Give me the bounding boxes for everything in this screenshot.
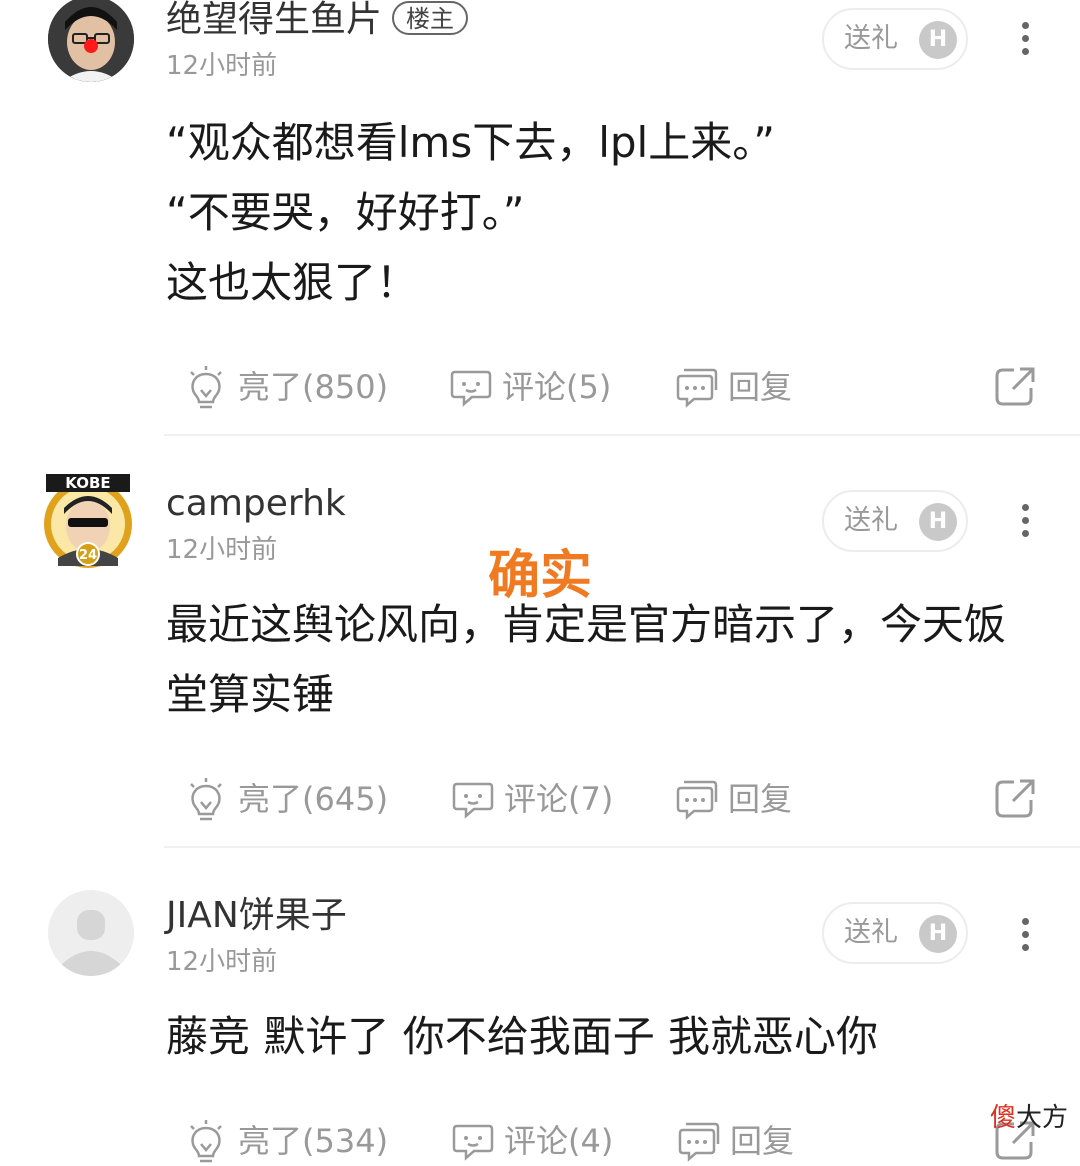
lightbulb-icon [190,778,222,821]
reply-button[interactable]: 回复 [676,362,806,412]
comment-bubble-icon [452,1124,494,1161]
gift-label: 送礼 [844,23,898,54]
avatar-number: 24 [79,548,97,563]
reply-label: 回复 [728,780,793,818]
reply-bubble-icon [678,1122,720,1162]
gift-label: 送礼 [844,917,898,948]
watermark: 傻大方 [990,1102,1068,1134]
watermark-part2: 大方 [1016,1103,1069,1133]
comment-text-line: 这也太狠了！ [166,258,419,307]
comment-item: 绝望得生鱼片 楼主 12小时前 送礼 H “观众都想看lms下去，lpl上来。” … [0,0,1080,436]
reply-bubble-icon [676,780,718,820]
coin-icon: H [919,503,957,541]
lightbulb-icon [190,1120,222,1163]
like-count-label: 亮了(850) [238,368,389,406]
comment-text-line: 藤竞 默许了 你不给我面子 我就恶心你 [166,1012,879,1061]
like-button[interactable]: 亮了(850) [186,362,406,412]
comment-text-line: 堂算实锤 [166,670,335,719]
timestamp: 12小时前 [166,51,278,81]
comment-button[interactable]: 评论(4) [452,1116,632,1166]
avatar-photo [48,0,134,82]
timestamp: 12小时前 [166,535,278,565]
share-icon[interactable] [994,366,1036,408]
comment-count-label: 评论(4) [504,1122,614,1160]
reply-button[interactable]: 回复 [678,1116,808,1166]
username[interactable]: 绝望得生鱼片 楼主 [166,0,469,42]
comment-button[interactable]: 评论(7) [452,774,632,824]
comment-text-line: “不要哭，好好打。” [166,188,525,237]
avatar[interactable] [48,0,134,82]
gift-label: 送礼 [844,505,898,536]
reply-label: 回复 [730,1122,795,1160]
coin-icon: H [919,915,957,953]
avatar-text: KOBE [65,474,110,492]
comment-text-line: “观众都想看lms下去，lpl上来。” [166,118,775,167]
default-avatar-icon [48,890,134,976]
watermark-part1: 傻 [990,1103,1017,1133]
owner-badge: 楼主 [392,1,469,35]
username[interactable]: camperhk [166,482,346,526]
reply-bubble-icon [676,368,718,408]
lightbulb-icon [190,366,222,409]
username-text[interactable]: 绝望得生鱼片 [166,0,382,40]
reply-button[interactable]: 回复 [676,774,806,824]
share-icon[interactable] [994,778,1036,820]
like-count-label: 亮了(534) [238,1122,389,1160]
timestamp: 12小时前 [166,947,278,977]
gift-button[interactable]: 送礼 H [822,490,968,552]
coin-icon: H [919,21,957,59]
action-bar: 亮了(645) 评论(7) 回复 [0,774,1080,824]
avatar[interactable] [48,890,134,976]
divider [164,434,1080,436]
comment-count-label: 评论(7) [504,780,614,818]
action-bar: 亮了(850) 评论(5) 回复 [0,362,1080,412]
comment-text-line: 最近这舆论风向，肯定是官方暗示了，今天饭 [166,600,1007,649]
comment-button[interactable]: 评论(5) [450,362,630,412]
kobe-avatar-badge: KOBE 24 [44,474,132,568]
action-bar: 亮了(534) 评论(4) 回复 [0,1116,1080,1166]
gift-button[interactable]: 送礼 H [822,8,968,70]
username[interactable]: JIAN饼果子 [166,894,347,938]
like-button[interactable]: 亮了(645) [186,774,406,824]
more-icon[interactable] [1012,18,1040,58]
divider [164,846,1080,848]
comment-bubble-icon [450,370,492,407]
avatar[interactable]: KOBE 24 [42,470,134,570]
like-button[interactable]: 亮了(534) [186,1116,406,1166]
more-icon[interactable] [1012,914,1040,954]
more-icon[interactable] [1012,500,1040,540]
comment-bubble-icon [452,782,494,819]
like-count-label: 亮了(645) [238,780,389,818]
reply-label: 回复 [728,368,793,406]
overlay-annotation: 确实 [488,546,593,606]
comment-count-label: 评论(5) [502,368,612,406]
gift-button[interactable]: 送礼 H [822,902,968,964]
